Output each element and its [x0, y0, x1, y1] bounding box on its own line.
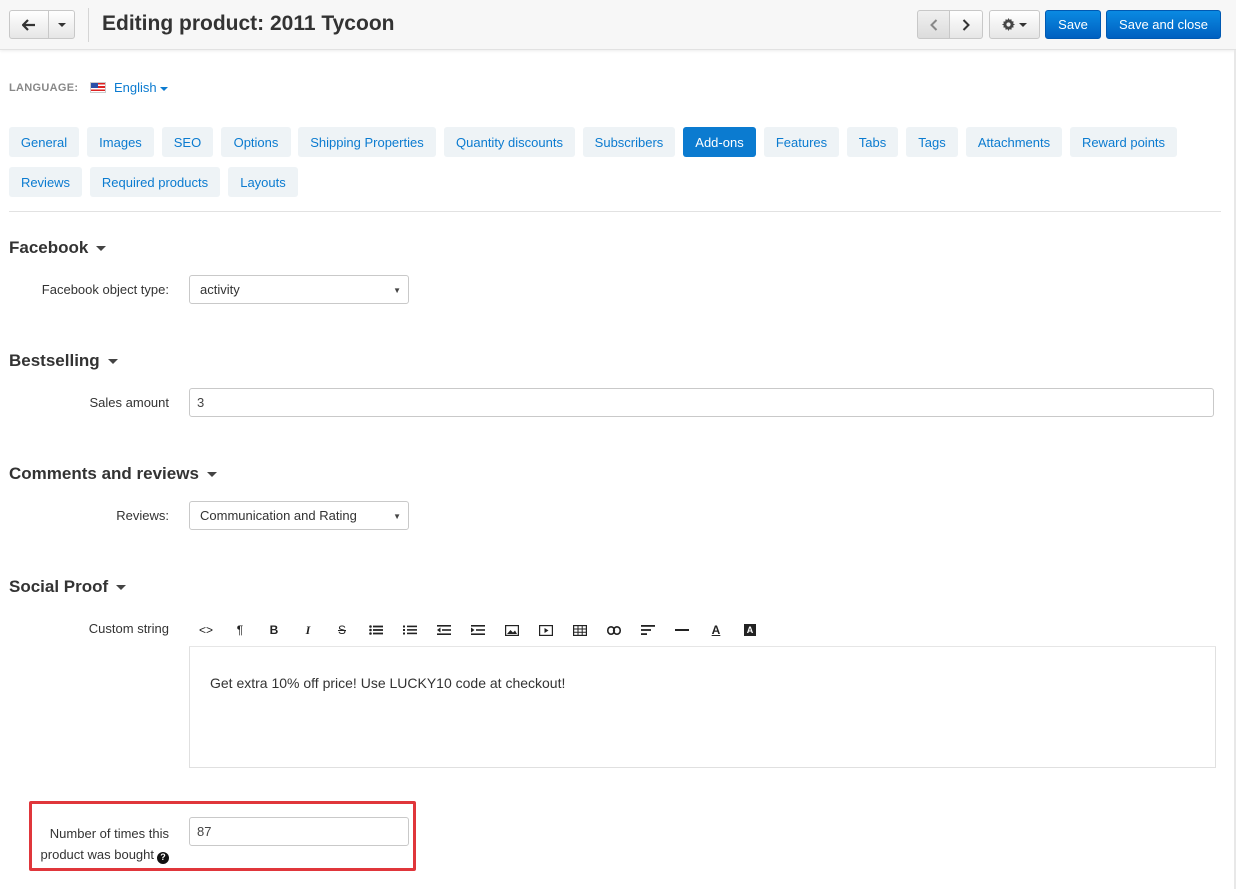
outdent-icon[interactable]: [434, 620, 454, 640]
top-bar: Editing product: 2011 Tycoon Save Save a…: [0, 0, 1236, 50]
save-and-close-button[interactable]: Save and close: [1106, 10, 1221, 39]
facebook-object-type-label: Facebook object type:: [41, 282, 169, 297]
times-bought-value: 87: [197, 824, 212, 839]
reviews-value: Communication and Rating: [200, 508, 357, 523]
chevron-down-icon: [159, 86, 168, 91]
font-color-icon[interactable]: A: [706, 620, 726, 640]
tab-layouts[interactable]: Layouts: [228, 167, 298, 197]
chevron-down-icon: [116, 585, 127, 591]
reviews-select[interactable]: Communication and Rating ▼: [189, 501, 409, 530]
editor-toolbar: <> ¶ B I S A A: [189, 613, 1216, 647]
custom-string-label: Custom string: [88, 621, 169, 636]
tab-reviews[interactable]: Reviews: [9, 167, 82, 197]
tab-options[interactable]: Options: [221, 127, 291, 157]
tab-quantity-discounts[interactable]: Quantity discounts: [444, 127, 575, 157]
sales-amount-label: Sales amount: [89, 395, 170, 410]
tab-seo[interactable]: SEO: [162, 127, 213, 157]
tab-shipping-properties[interactable]: Shipping Properties: [298, 127, 436, 157]
tab-tabs[interactable]: Tabs: [847, 127, 898, 157]
custom-string-editor[interactable]: [189, 647, 1216, 768]
bestselling-section-toggle[interactable]: Bestselling: [9, 351, 118, 371]
bold-icon[interactable]: B: [264, 620, 284, 640]
sales-amount-value: 3: [197, 395, 205, 410]
italic-icon[interactable]: I: [298, 620, 318, 640]
custom-string-text[interactable]: Get extra 10% off price! Use LUCKY10 cod…: [210, 675, 565, 691]
tab-required-products[interactable]: Required products: [90, 167, 220, 197]
paragraph-icon[interactable]: ¶: [230, 620, 250, 640]
times-bought-label-line1: Number of times this: [49, 826, 169, 841]
table-icon[interactable]: [570, 620, 590, 640]
facebook-object-type-select[interactable]: activity ▼: [189, 275, 409, 304]
facebook-section-title: Facebook: [9, 238, 89, 257]
chevron-down-icon: [206, 472, 217, 478]
arrow-left-icon: [22, 18, 35, 31]
chevron-right-icon: [962, 18, 970, 31]
page-title: Editing product: 2011 Tycoon: [102, 12, 395, 35]
previous-product-button[interactable]: [917, 10, 950, 39]
language-value: English: [114, 80, 157, 95]
times-bought-input[interactable]: 87: [189, 817, 409, 846]
settings-dropdown-button[interactable]: [989, 10, 1040, 39]
select-arrow-icon: ▼: [393, 512, 401, 521]
chevron-down-icon: [57, 22, 66, 27]
tab-features[interactable]: Features: [764, 127, 839, 157]
facebook-section-toggle[interactable]: Facebook: [9, 238, 107, 258]
select-arrow-icon: ▼: [393, 286, 401, 295]
chevron-down-icon: [107, 359, 118, 365]
help-icon[interactable]: ?: [157, 851, 169, 864]
comments-section-toggle[interactable]: Comments and reviews: [9, 464, 217, 484]
ordered-list-icon[interactable]: [400, 620, 420, 640]
bestselling-section-title: Bestselling: [9, 351, 100, 370]
html-code-icon[interactable]: <>: [196, 620, 216, 640]
tab-add-ons[interactable]: Add-ons: [683, 127, 756, 157]
social-proof-section-title: Social Proof: [9, 577, 109, 596]
comments-section-title: Comments and reviews: [9, 464, 199, 483]
next-product-button[interactable]: [949, 10, 983, 39]
gear-icon: [1002, 18, 1015, 31]
tab-attachments[interactable]: Attachments: [966, 127, 1062, 157]
chevron-down-icon: [96, 246, 107, 252]
back-dropdown-button[interactable]: [48, 10, 75, 39]
tab-general[interactable]: General: [9, 127, 79, 157]
sales-amount-input[interactable]: 3: [189, 388, 1214, 417]
header-divider: [88, 8, 89, 42]
align-icon[interactable]: [638, 620, 658, 640]
us-flag-icon: [90, 82, 106, 93]
unordered-list-icon[interactable]: [366, 620, 386, 640]
link-icon[interactable]: [604, 620, 624, 640]
tabs-divider: [9, 211, 1221, 212]
facebook-object-type-value: activity: [200, 282, 240, 297]
language-label: LANGUAGE:: [9, 82, 79, 94]
strikethrough-icon[interactable]: S: [332, 620, 352, 640]
indent-icon[interactable]: [468, 620, 488, 640]
tab-images[interactable]: Images: [87, 127, 154, 157]
tab-subscribers[interactable]: Subscribers: [583, 127, 675, 157]
save-button[interactable]: Save: [1045, 10, 1101, 39]
times-bought-label-line2: product was bought: [40, 847, 154, 862]
tab-tags[interactable]: Tags: [906, 127, 958, 157]
chevron-left-icon: [929, 18, 937, 31]
horizontal-rule-icon[interactable]: [672, 620, 692, 640]
background-color-icon[interactable]: A: [740, 620, 760, 640]
language-selector[interactable]: English: [114, 80, 168, 95]
video-icon[interactable]: [536, 620, 556, 640]
social-proof-section-toggle[interactable]: Social Proof: [9, 577, 127, 597]
tab-reward-points[interactable]: Reward points: [1070, 127, 1177, 157]
reviews-label: Reviews:: [116, 508, 169, 523]
image-icon[interactable]: [502, 620, 522, 640]
chevron-down-icon: [1019, 22, 1027, 27]
back-button[interactable]: [9, 10, 49, 39]
times-bought-label: Number of times this product was bought?: [29, 823, 169, 865]
